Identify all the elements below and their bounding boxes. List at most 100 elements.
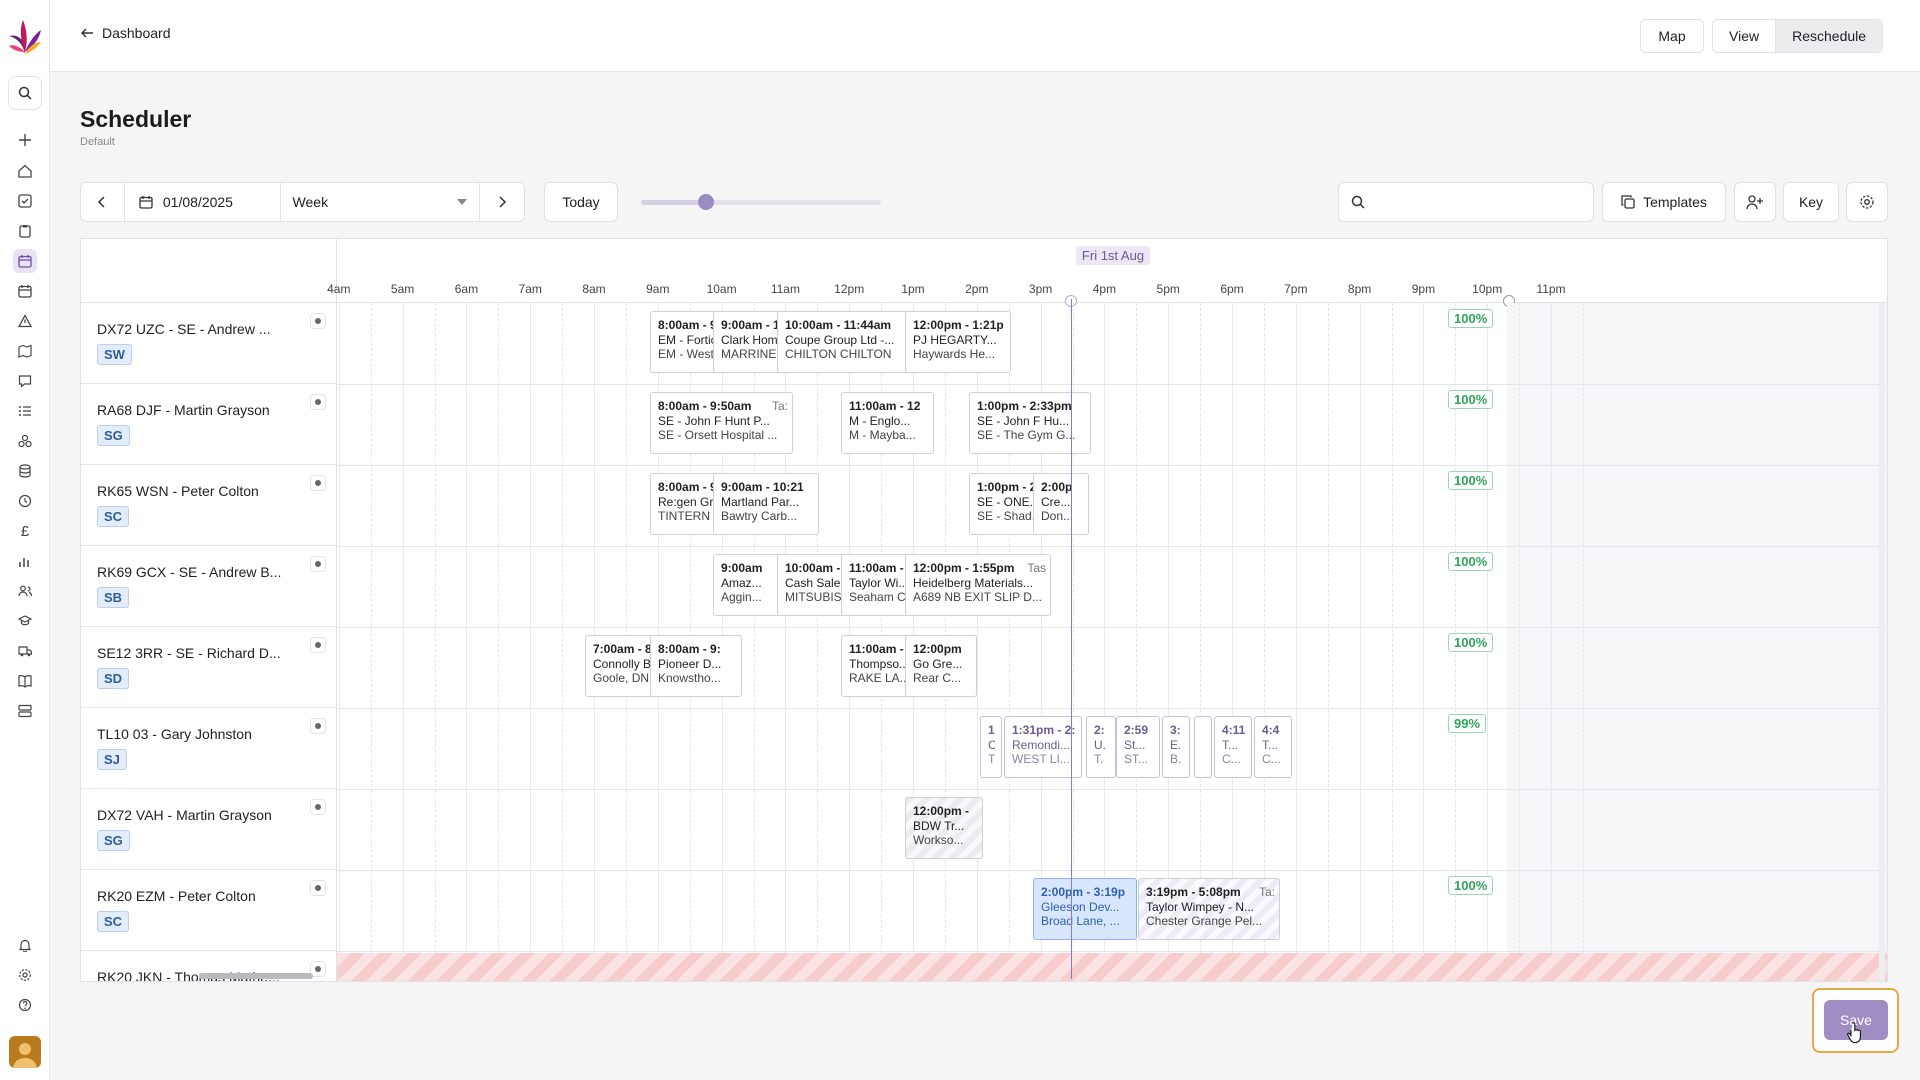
resource-name: TL10 03 - Gary Johnston — [97, 726, 252, 742]
resource-menu-button[interactable] — [310, 880, 326, 896]
resource-row[interactable]: SE12 3RR - SE - Richard D... SD — [81, 627, 337, 708]
layout-icon[interactable] — [13, 699, 37, 723]
job-location: B. — [1170, 752, 1182, 766]
map-icon[interactable] — [13, 339, 37, 363]
job-card[interactable]: 2:00p Cre... Don... — [1033, 473, 1089, 535]
resource-header — [81, 239, 337, 303]
job-card[interactable]: 4:4 T... C... — [1254, 716, 1292, 778]
resource-row[interactable]: RA68 DJF - Martin Grayson SG — [81, 384, 337, 465]
job-customer: BDW Tr... — [913, 818, 965, 833]
job-card[interactable]: 8:00am - 9: Pioneer D... Knowstho... — [650, 635, 742, 697]
book-icon[interactable] — [13, 669, 37, 693]
add-icon[interactable] — [13, 128, 37, 152]
job-card[interactable]: 9:00am - 10:21 Martland Par... Bawtry Carb… — [713, 473, 819, 535]
job-card[interactable]: 12:00pm Go Gre... Rear C... — [905, 635, 977, 697]
resource-name: DX72 VAH - Martin Grayson — [97, 807, 272, 823]
job-card[interactable]: 10:00am - 11:44am Coupe Group Ltd -... CHI… — [777, 311, 912, 373]
hour-label: 5am — [390, 282, 415, 296]
scheduler-icon[interactable] — [13, 249, 37, 273]
notifications-icon[interactable] — [13, 933, 37, 957]
resource-menu-button[interactable] — [310, 475, 326, 491]
job-card[interactable]: 1:00pm - 2:33pm SE - John F Hu... SE - The… — [969, 392, 1091, 454]
back-to-dashboard-link[interactable]: Dashboard — [80, 25, 171, 41]
tasks-icon[interactable] — [13, 189, 37, 213]
zoom-slider-thumb[interactable] — [697, 194, 714, 210]
resource-menu-button[interactable] — [310, 718, 326, 734]
reschedule-button[interactable]: Reschedule — [1775, 20, 1883, 52]
resource-initials-badge: SC — [97, 911, 130, 932]
job-card[interactable]: 12:00pm - BDW Tr... Workso... — [905, 797, 983, 859]
home-icon[interactable] — [13, 159, 37, 183]
training-icon[interactable] — [13, 609, 37, 633]
resource-row[interactable]: DX72 VAH - Martin Grayson SG — [81, 789, 337, 870]
job-card[interactable]: 3: E. B. — [1162, 716, 1190, 778]
view-range-select[interactable]: Week — [281, 183, 481, 221]
resource-initials-badge: SJ — [97, 749, 127, 770]
user-avatar[interactable] — [9, 1036, 41, 1068]
job-location: T. — [1094, 752, 1104, 766]
key-button[interactable]: Key — [1783, 182, 1839, 222]
job-card[interactable]: 2:59 St... ST... — [1116, 716, 1160, 778]
database-icon[interactable] — [13, 459, 37, 483]
resource-row[interactable]: RK20 EZM - Peter Colton SC — [81, 870, 337, 951]
pound-icon[interactable]: £ — [13, 519, 37, 543]
job-card[interactable]: 2:00pm - 3:19p Gleeson Dev... Broad Lane, … — [1033, 878, 1137, 940]
row-divider — [337, 870, 1887, 871]
messages-icon[interactable] — [13, 369, 37, 393]
modules-icon[interactable] — [13, 429, 37, 453]
global-search-button[interactable] — [8, 76, 42, 110]
horizontal-scrollbar[interactable] — [199, 973, 313, 979]
resource-menu-button[interactable] — [310, 313, 326, 329]
zoom-slider[interactable] — [641, 194, 881, 210]
templates-button[interactable]: Templates — [1602, 182, 1726, 222]
resource-menu-button[interactable] — [310, 799, 326, 815]
clipboard-icon[interactable] — [13, 219, 37, 243]
job-customer: C — [988, 738, 995, 753]
resource-menu-button[interactable] — [310, 394, 326, 410]
job-card[interactable] — [1194, 716, 1212, 778]
job-customer: E. — [1170, 737, 1182, 752]
resource-row[interactable]: RK65 WSN - Peter Colton SC — [81, 465, 337, 546]
calendar-check-icon[interactable] — [13, 279, 37, 303]
settings-icon[interactable] — [13, 963, 37, 987]
clock-icon[interactable] — [13, 489, 37, 513]
job-card[interactable]: 2: U. T. — [1086, 716, 1116, 778]
resource-row[interactable]: TL10 03 - Gary Johnston SJ — [81, 708, 337, 789]
job-card[interactable]: 4:11 T... C... — [1214, 716, 1252, 778]
brand-logo[interactable] — [7, 16, 43, 56]
date-picker[interactable]: 01/08/2025 — [125, 183, 281, 221]
date-navigation: 01/08/2025 Week — [80, 182, 525, 222]
warning-icon[interactable] — [13, 309, 37, 333]
reports-icon[interactable] — [13, 549, 37, 573]
scheduler-settings-button[interactable] — [1846, 182, 1888, 222]
job-card[interactable]: 12:00pm - 1:55pm Heidelberg Materials... A… — [905, 554, 1051, 616]
previous-period-button[interactable] — [81, 183, 125, 221]
view-button[interactable]: View — [1713, 20, 1775, 52]
search-input[interactable] — [1375, 194, 1593, 210]
resource-menu-button[interactable] — [310, 556, 326, 572]
job-card[interactable]: 3:19pm - 5:08pm Taylor Wimpey - N... Chest… — [1138, 878, 1280, 940]
back-label: Dashboard — [102, 25, 171, 41]
users-icon[interactable] — [13, 579, 37, 603]
help-icon[interactable] — [13, 993, 37, 1017]
next-period-button[interactable] — [480, 183, 524, 221]
resource-row[interactable]: RK69 GCX - SE - Andrew B... SB — [81, 546, 337, 627]
job-customer: T... — [1222, 737, 1239, 752]
job-customer: Pioneer D... — [658, 656, 722, 671]
today-button[interactable]: Today — [544, 182, 618, 222]
resource-initials-badge: SG — [97, 425, 130, 446]
job-card[interactable]: 8:00am - 9:50am SE - John F Hunt P... SE -… — [650, 392, 793, 454]
job-time: 9:00am - 10 — [721, 318, 784, 332]
checklist-icon[interactable] — [13, 399, 37, 423]
dot-icon — [315, 804, 321, 810]
map-button[interactable]: Map — [1640, 19, 1704, 53]
hour-label: 10pm — [1472, 282, 1503, 296]
vehicle-icon[interactable] — [13, 639, 37, 663]
job-card[interactable]: 11:00am - 12 M - Englo... M - Mayba... — [841, 392, 934, 454]
job-card[interactable]: 1CT — [980, 716, 1002, 778]
resource-row[interactable]: DX72 UZC - SE - Andrew ... SW — [81, 303, 337, 384]
assign-user-button[interactable] — [1734, 182, 1776, 222]
vertical-scrollbar[interactable] — [1879, 303, 1885, 981]
resource-menu-button[interactable] — [310, 637, 326, 653]
job-card[interactable]: 12:00pm - 1:21p PJ HEGARTY... Haywards He.… — [905, 311, 1011, 373]
